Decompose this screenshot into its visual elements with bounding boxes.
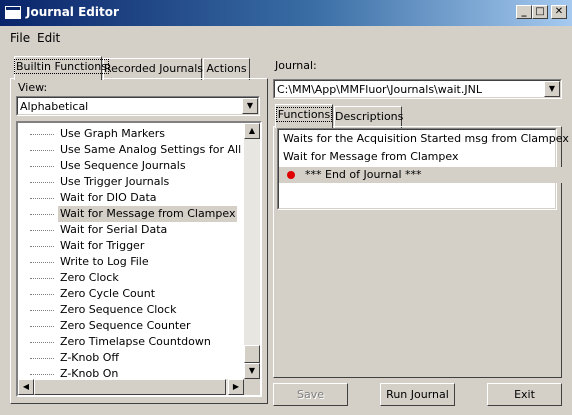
function-item-label: Zero Timelapse Countdown (60, 335, 211, 348)
minimize-button[interactable]: _ (516, 5, 532, 19)
tree-connector (30, 246, 54, 247)
menu-file[interactable]: File (10, 31, 30, 45)
function-item[interactable]: Wait for DIO Data (18, 190, 244, 206)
function-item[interactable]: Zero Sequence Counter (18, 318, 244, 334)
journal-item[interactable]: Waits for the Acquisition Started msg fr… (279, 131, 569, 147)
tree-connector (30, 150, 54, 151)
end-marker-icon (287, 171, 295, 179)
close-button[interactable]: ✕ (551, 5, 567, 19)
function-item[interactable]: Use Graph Markers (18, 126, 244, 142)
maximize-button[interactable]: □ (532, 5, 548, 19)
function-item[interactable]: Write to Log File (18, 254, 244, 270)
function-item[interactable]: Wait for Message from Clampex (18, 206, 244, 222)
function-item[interactable]: Wait for Trigger (18, 238, 244, 254)
function-item-label: Wait for Serial Data (60, 223, 168, 236)
exit-button[interactable]: Exit (487, 383, 562, 406)
function-item-label: Zero Sequence Counter (60, 319, 191, 332)
window-title: Journal Editor (26, 5, 119, 19)
function-item-label: Use Trigger Journals (60, 175, 170, 188)
function-item-label: Wait for Message from Clampex (58, 206, 238, 222)
tab-descriptions[interactable]: Descriptions (334, 106, 403, 128)
journal-path-select[interactable]: C:\MM\App\MMFluor\Journals\wait.JNL ▼ (273, 79, 562, 99)
tree-connector (30, 310, 54, 311)
journal-item[interactable]: Wait for Message from Clampex (279, 149, 555, 165)
function-item-label: Wait for Trigger (60, 239, 145, 252)
function-list[interactable]: Use Graph Markers Use Same Analog Setting… (16, 121, 262, 397)
tree-connector (30, 278, 54, 279)
function-item[interactable]: Z-Knob On (18, 366, 244, 378)
scroll-up-icon[interactable]: ▲ (244, 123, 260, 139)
tree-connector (30, 134, 54, 135)
function-item[interactable]: Wait for Serial Data (18, 222, 244, 238)
function-tree[interactable]: Use Graph Markers Use Same Analog Setting… (18, 126, 244, 378)
function-item[interactable]: Zero Sequence Clock (18, 302, 244, 318)
view-select[interactable]: Alphabetical ▼ (16, 96, 260, 116)
view-label: View: (18, 81, 48, 94)
tab-label: Functions (275, 107, 333, 122)
tab-builtin-functions[interactable]: Builtin Functions (14, 56, 109, 80)
scroll-right-icon[interactable]: ▶ (228, 379, 244, 395)
function-item-label: Zero Sequence Clock (60, 303, 177, 316)
function-item[interactable]: Zero Timelapse Countdown (18, 334, 244, 350)
journal-end-label: *** End of Journal *** (305, 168, 422, 181)
view-select-value: Alphabetical (20, 100, 89, 113)
function-item-label: Z-Knob Off (60, 351, 119, 364)
function-item[interactable]: Use Sequence Journals (18, 158, 244, 174)
app-icon (5, 6, 21, 19)
function-item-label: Use Sequence Journals (60, 159, 186, 172)
scrollbar-corner (244, 379, 260, 395)
chevron-down-icon[interactable]: ▼ (242, 98, 258, 114)
tab-actions[interactable]: Actions (203, 58, 250, 80)
tree-connector (30, 342, 54, 343)
function-item[interactable]: Z-Knob Off (18, 350, 244, 366)
function-item-label: Zero Cycle Count (60, 287, 156, 300)
menu-edit[interactable]: Edit (37, 31, 60, 45)
function-item-label: Wait for DIO Data (60, 191, 157, 204)
journal-end-item[interactable]: *** End of Journal *** (279, 167, 572, 183)
function-item[interactable]: Use Trigger Journals (18, 174, 244, 190)
tree-connector (30, 326, 54, 327)
tab-functions[interactable]: Functions (275, 104, 333, 128)
horizontal-scroll-thumb[interactable] (34, 379, 226, 395)
tab-label: Builtin Functions (14, 59, 109, 74)
vertical-scroll-thumb[interactable] (244, 345, 260, 363)
tree-connector (30, 166, 54, 167)
function-item-label: Use Graph Markers (60, 127, 166, 140)
function-item-label: Write to Log File (60, 255, 149, 268)
tree-connector (30, 182, 54, 183)
function-item-label: Z-Knob On (60, 367, 119, 378)
tree-connector (30, 294, 54, 295)
tree-connector (30, 214, 54, 215)
function-item[interactable]: Zero Cycle Count (18, 286, 244, 302)
function-item[interactable]: Zero Clock (18, 270, 244, 286)
scroll-down-icon[interactable]: ▼ (244, 363, 260, 379)
function-item[interactable]: Use Same Analog Settings for All Waves (18, 142, 244, 158)
tree-connector (30, 374, 54, 375)
journal-path-value: C:\MM\App\MMFluor\Journals\wait.JNL (277, 83, 482, 96)
vertical-scrollbar[interactable] (244, 123, 260, 379)
tree-connector (30, 198, 54, 199)
tree-connector (30, 230, 54, 231)
scroll-left-icon[interactable]: ◀ (18, 379, 34, 395)
tab-recorded-journals[interactable]: Recorded Journals (103, 58, 203, 80)
function-item-label: Use Same Analog Settings for All Waves (60, 143, 244, 156)
tree-connector (30, 358, 54, 359)
function-item-label: Zero Clock (60, 271, 119, 284)
save-button[interactable]: Save (273, 383, 348, 406)
chevron-down-icon[interactable]: ▼ (544, 81, 560, 97)
journal-label: Journal: (275, 59, 317, 72)
run-journal-button[interactable]: Run Journal (380, 383, 455, 406)
journal-list[interactable]: Waits for the Acquisition Started msg fr… (277, 128, 572, 210)
tree-connector (30, 262, 54, 263)
